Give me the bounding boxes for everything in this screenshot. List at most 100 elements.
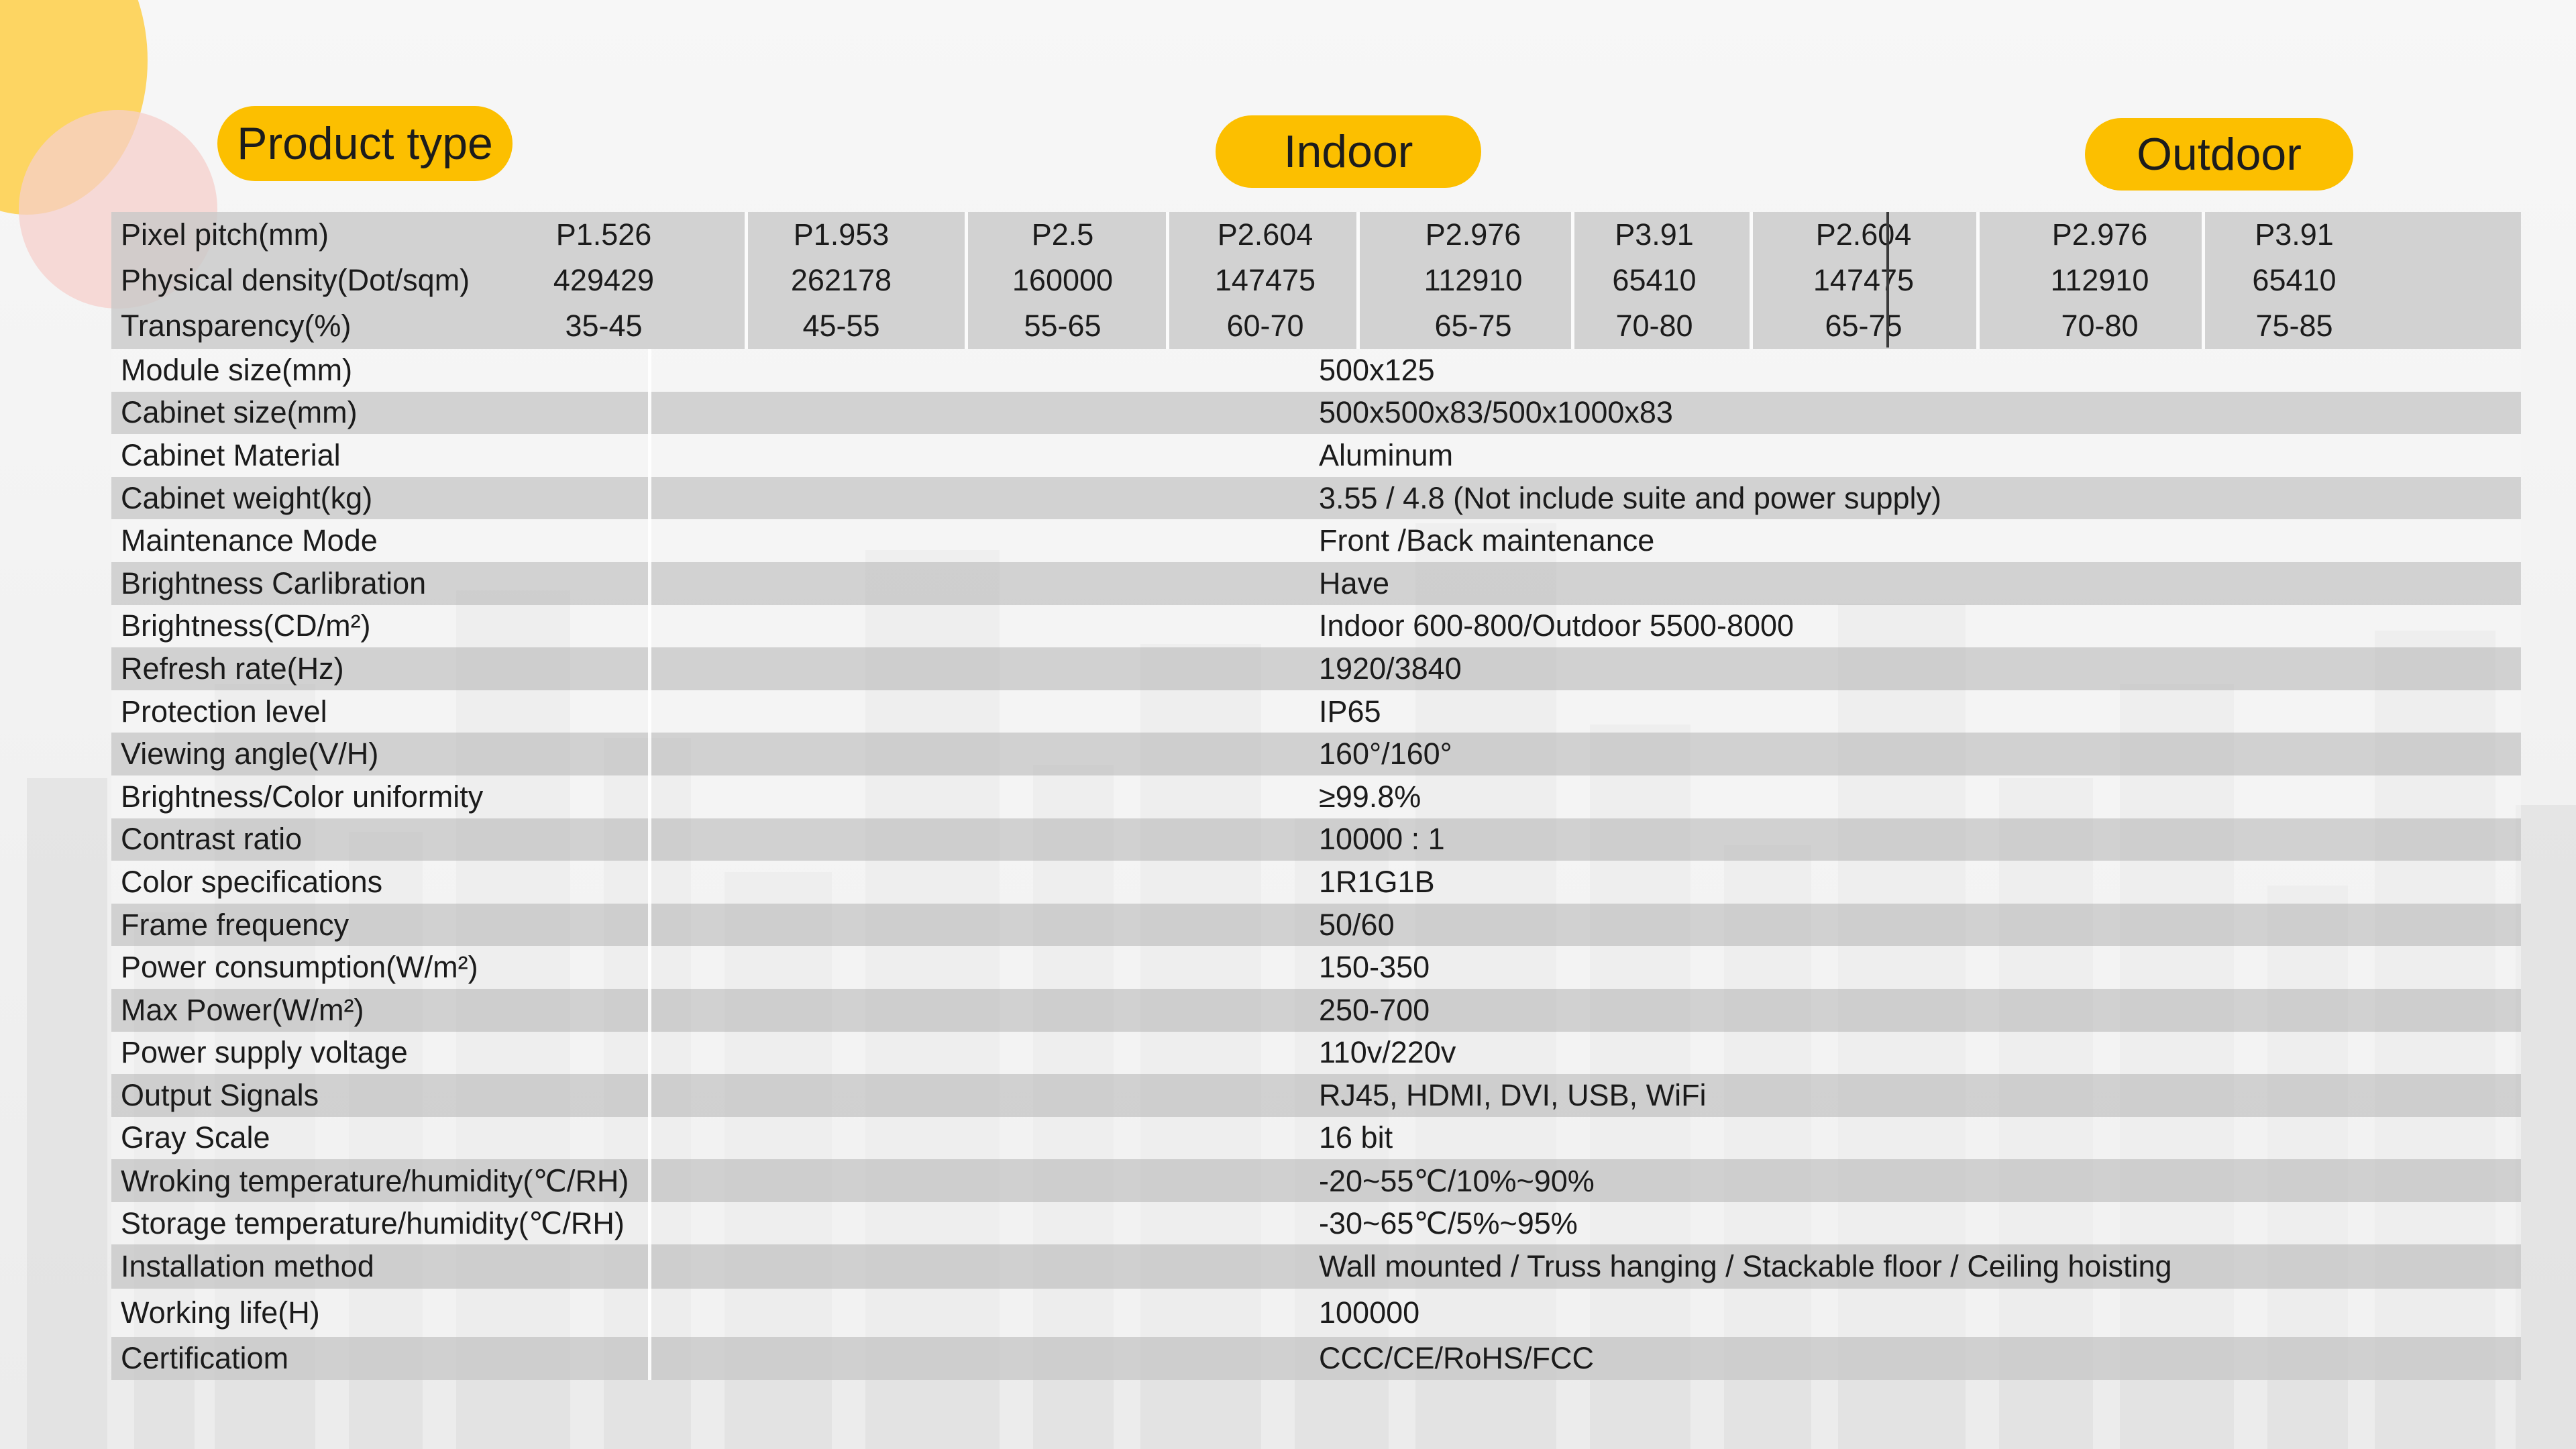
spec-value: 16 bit xyxy=(1319,1120,1393,1155)
pitch-cell: P2.604 xyxy=(1815,217,1912,252)
transparency-cell: 65-75 xyxy=(1825,309,1902,343)
label-value-separator xyxy=(648,861,651,904)
spec-row: Color specifications 1R1G1B xyxy=(111,861,2521,904)
row-label: Transparency(%) xyxy=(121,309,352,343)
spec-label: Wroking temperature/humidity(℃/RH) xyxy=(121,1163,629,1198)
spec-value: 1920/3840 xyxy=(1319,651,1462,686)
row-label: Physical density(Dot/sqm) xyxy=(121,263,470,297)
spec-value: Front /Back maintenance xyxy=(1319,523,1655,558)
spec-row: Installation method Wall mounted / Truss … xyxy=(111,1244,2521,1289)
spec-label: Cabinet weight(kg) xyxy=(121,480,373,515)
spec-label: Power consumption(W/m²) xyxy=(121,950,478,985)
spec-label: Viewing angle(V/H) xyxy=(121,737,379,771)
spec-row: Refresh rate(Hz) 1920/3840 xyxy=(111,647,2521,690)
transparency-cell: 35-45 xyxy=(565,309,643,343)
spec-value: 500x500x83/500x1000x83 xyxy=(1319,395,1673,430)
column-separator xyxy=(1976,258,1980,303)
spec-value: Have xyxy=(1319,566,1390,600)
label-value-separator xyxy=(648,1074,651,1117)
spec-row: Module size(mm) 500x125 xyxy=(111,349,2521,392)
row-physical-density: Physical density(Dot/sqm) 429429 262178 16… xyxy=(111,258,2521,303)
spec-row: Max Power(W/m²) 250-700 xyxy=(111,988,2521,1032)
transparency-cell: 70-80 xyxy=(1615,309,1693,343)
spec-label: Output Signals xyxy=(121,1077,319,1112)
spec-label: Refresh rate(Hz) xyxy=(121,651,344,686)
label-value-separator xyxy=(648,988,651,1032)
spec-label: Power supply voltage xyxy=(121,1035,408,1070)
spec-label: Frame frequency xyxy=(121,907,350,942)
spec-label: Protection level xyxy=(121,694,327,729)
pitch-cell: P3.91 xyxy=(2255,217,2334,252)
density-cell: 147475 xyxy=(1214,263,1316,297)
label-value-separator xyxy=(648,1159,651,1202)
spec-label: Brightness Carlibration xyxy=(121,566,427,600)
spec-row: Brightness Carlibration Have xyxy=(111,561,2521,605)
label-value-separator xyxy=(648,434,651,477)
spec-row: Output Signals RJ45, HDMI, DVI, USB, WiFi xyxy=(111,1074,2521,1117)
spec-row: Maintenance Mode Front /Back maintenance xyxy=(111,519,2521,562)
label-value-separator xyxy=(648,775,651,818)
density-cell: 262178 xyxy=(790,263,892,297)
label-value-separator xyxy=(648,946,651,989)
spec-label: Cabinet size(mm) xyxy=(121,395,358,430)
spec-label: Brightness/Color uniformity xyxy=(121,779,484,814)
spec-label: Certificatiom xyxy=(121,1341,289,1376)
spec-row: Brightness/Color uniformity ≥99.8% xyxy=(111,775,2521,818)
spec-row: Cabinet Material Aluminum xyxy=(111,434,2521,477)
spec-value: CCC/CE/RoHS/FCC xyxy=(1319,1341,1595,1376)
label-value-separator xyxy=(648,1244,651,1289)
spec-table: Pixel pitch(mm) P1.526 P1.953 P2.5 P2.604 P2… xyxy=(111,212,2521,1381)
spec-label: Gray Scale xyxy=(121,1120,270,1155)
transparency-cell: 55-65 xyxy=(1024,309,1102,343)
spec-value: 150-350 xyxy=(1319,950,1430,985)
transparency-cell: 75-85 xyxy=(2255,309,2333,343)
indoor-badge: Indoor xyxy=(1216,115,1481,188)
pitch-cell: P1.953 xyxy=(793,217,890,252)
label-value-separator xyxy=(648,1289,651,1338)
column-separator xyxy=(1976,212,1980,258)
column-separator xyxy=(1976,303,1980,349)
spec-value: 250-700 xyxy=(1319,992,1430,1027)
spec-label: Working life(H) xyxy=(121,1295,320,1330)
spec-row: Working life(H) 100000 xyxy=(111,1289,2521,1338)
transparency-cell: 60-70 xyxy=(1226,309,1304,343)
label-value-separator xyxy=(648,903,651,947)
pitch-cell: P2.5 xyxy=(1031,217,1094,252)
spec-row: Certificatiom CCC/CE/RoHS/FCC xyxy=(111,1337,2521,1381)
product-type-badge: Product type xyxy=(217,106,513,181)
label-value-separator xyxy=(648,519,651,562)
label-value-separator xyxy=(648,1201,651,1245)
row-label: Pixel pitch(mm) xyxy=(121,217,329,252)
label-value-separator xyxy=(648,604,651,648)
spec-row: Brightness(CD/m²) Indoor 600-800/Outdoor … xyxy=(111,604,2521,648)
spec-label: Color specifications xyxy=(121,864,383,899)
spec-value: 100000 xyxy=(1319,1295,1420,1330)
spec-label: Brightness(CD/m²) xyxy=(121,608,371,643)
spec-label: Contrast ratio xyxy=(121,822,303,857)
label-value-separator xyxy=(648,476,651,520)
pitch-cell: P2.976 xyxy=(1425,217,1521,252)
spec-row: Power consumption(W/m²) 150-350 xyxy=(111,946,2521,989)
label-value-separator xyxy=(648,733,651,775)
spec-label: Installation method xyxy=(121,1249,374,1284)
density-cell: 429429 xyxy=(553,263,655,297)
spec-value: IP65 xyxy=(1319,694,1381,729)
spec-value: 3.55 / 4.8 (Not include suite and power … xyxy=(1319,480,1942,515)
pitch-cell: P1.526 xyxy=(555,217,652,252)
spec-value: 110v/220v xyxy=(1319,1035,1456,1070)
label-value-separator xyxy=(648,690,651,733)
spec-row: Cabinet size(mm) 500x500x83/500x1000x83 xyxy=(111,391,2521,435)
spec-value: -30~65℃/5%~95% xyxy=(1319,1206,1578,1241)
spec-label: Maintenance Mode xyxy=(121,523,378,558)
spec-row: Protection level IP65 xyxy=(111,690,2521,733)
row-pixel-pitch: Pixel pitch(mm) P1.526 P1.953 P2.5 P2.604 P2… xyxy=(111,212,2521,258)
spec-row: Cabinet weight(kg) 3.55 / 4.8 (Not includ… xyxy=(111,476,2521,520)
spec-row: Gray Scale 16 bit xyxy=(111,1116,2521,1160)
density-cell: 112910 xyxy=(1424,263,1523,297)
spec-value: 160°/160° xyxy=(1319,737,1452,771)
label-value-separator xyxy=(648,1116,651,1160)
label-value-separator xyxy=(648,818,651,861)
spec-value: 50/60 xyxy=(1319,907,1395,942)
spec-value: 1R1G1B xyxy=(1319,864,1435,899)
spec-row: Wroking temperature/humidity(℃/RH) -20~55… xyxy=(111,1159,2521,1202)
